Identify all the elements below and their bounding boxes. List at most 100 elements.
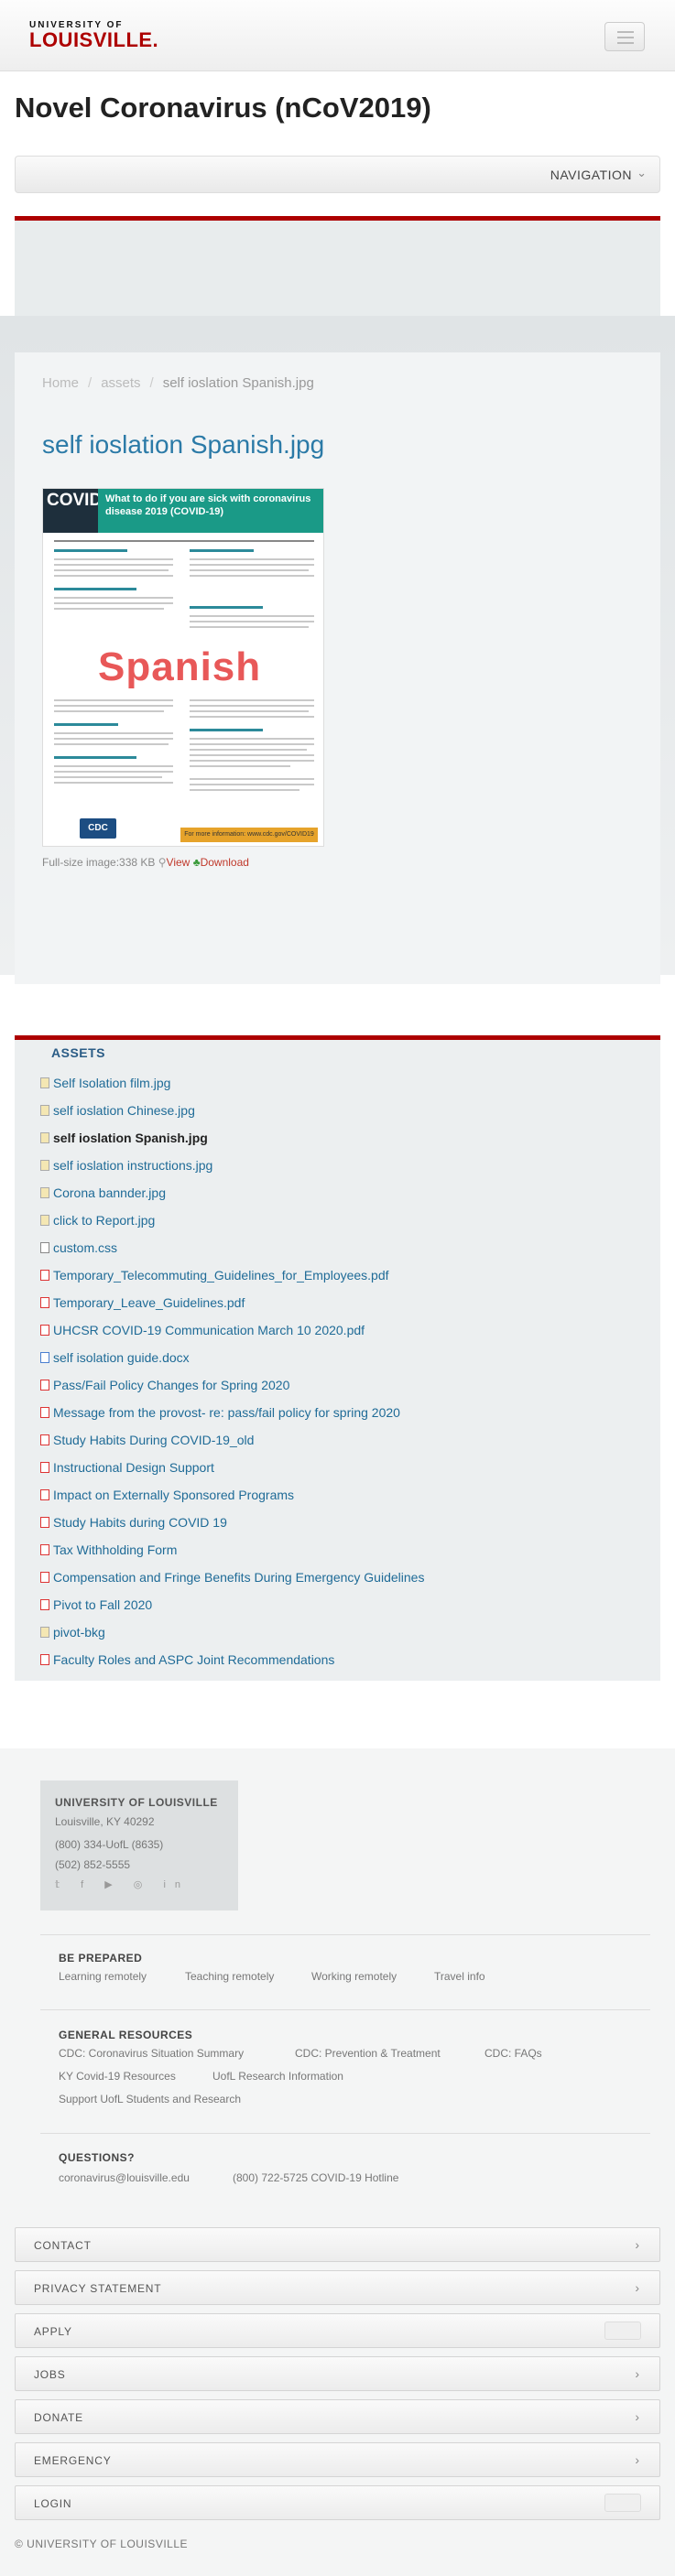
asset-item[interactable]: custom.css	[40, 1240, 117, 1255]
accordion-button[interactable]	[604, 2494, 641, 2512]
org-name: UNIVERSITY OF LOUISVILLE	[55, 1796, 218, 1809]
asset-label: Temporary_Telecommuting_Guidelines_for_E…	[53, 1268, 389, 1283]
image-preview[interactable]: COVID 19 What to do if you are sick with…	[42, 488, 324, 847]
link-learning-remotely[interactable]: Learning remotely	[59, 1970, 147, 1983]
download-link[interactable]: Download	[201, 856, 249, 869]
asset-item[interactable]: Instructional Design Support	[40, 1460, 214, 1475]
be-prepared-heading: BE PREPARED	[59, 1952, 143, 1964]
accordion-login[interactable]: LOGIN	[15, 2485, 660, 2520]
navigation-bar[interactable]: NAVIGATION ⌄	[15, 156, 660, 193]
asset-item[interactable]: Study Habits during COVID 19	[40, 1515, 227, 1530]
social-icons[interactable]: 𝕥 f ▶ ◎ in	[55, 1878, 190, 1890]
img-file-icon	[40, 1187, 49, 1198]
hotline[interactable]: (800) 722-5725 COVID-19 Hotline	[233, 2171, 398, 2184]
asset-item[interactable]: Tax Withholding Form	[40, 1542, 177, 1557]
preview-overlay-text: Spanish	[98, 644, 262, 689]
menu-toggle-button[interactable]	[604, 22, 645, 51]
chevron-right-icon: ›	[635, 2409, 639, 2424]
asset-item[interactable]: UHCSR COVID-19 Communication March 10 20…	[40, 1323, 365, 1337]
accordion-button[interactable]	[604, 2322, 641, 2340]
asset-label: Temporary_Leave_Guidelines.pdf	[53, 1295, 245, 1310]
accordion-contact[interactable]: CONTACT ›	[15, 2227, 660, 2262]
asset-label: Corona bannder.jpg	[53, 1185, 166, 1200]
link-ky-resources[interactable]: KY Covid-19 Resources	[59, 2070, 176, 2083]
pdf-file-icon	[40, 1517, 49, 1528]
asset-label: Impact on Externally Sponsored Programs	[53, 1488, 295, 1502]
pdf-file-icon	[40, 1434, 49, 1445]
pdf-file-icon	[40, 1380, 49, 1391]
img-file-icon	[40, 1160, 49, 1171]
chevron-right-icon: ›	[635, 2280, 639, 2295]
breadcrumb-assets[interactable]: assets	[101, 375, 140, 391]
asset-label: Instructional Design Support	[53, 1460, 214, 1475]
asset-label: self ioslation Spanish.jpg	[53, 1131, 208, 1145]
questions-heading: QUESTIONS?	[59, 2151, 136, 2164]
asset-item[interactable]: Message from the provost- re: pass/fail …	[40, 1405, 400, 1420]
accordion-label: LOGIN	[34, 2497, 72, 2510]
accordion-privacy-statement[interactable]: PRIVACY STATEMENT ›	[15, 2270, 660, 2305]
asset-item[interactable]: Pass/Fail Policy Changes for Spring 2020	[40, 1378, 289, 1392]
accordion-apply[interactable]: APPLY	[15, 2313, 660, 2348]
preview-heading: What to do if you are sick with coronavi…	[105, 493, 311, 517]
asset-label: Pivot to Fall 2020	[53, 1597, 153, 1612]
asset-label: UHCSR COVID-19 Communication March 10 20…	[53, 1323, 365, 1337]
hamburger-icon	[617, 31, 634, 33]
contact-email[interactable]: coronavirus@louisville.edu	[59, 2171, 190, 2184]
asset-item[interactable]: Self Isolation film.jpg	[40, 1076, 170, 1090]
logo[interactable]: LOUISVILLE.	[29, 28, 158, 52]
breadcrumb: Home / assets / self ioslation Spanish.jpg	[42, 375, 314, 391]
chevron-right-icon: ›	[635, 2366, 639, 2381]
link-support-uofl[interactable]: Support UofL Students and Research	[59, 2093, 241, 2105]
link-cdc-summary[interactable]: CDC: Coronavirus Situation Summary	[59, 2047, 244, 2060]
pdf-file-icon	[40, 1325, 49, 1336]
link-cdc-prevention[interactable]: CDC: Prevention & Treatment	[295, 2047, 441, 2060]
view-link[interactable]: View	[167, 856, 191, 869]
asset-item[interactable]: Faculty Roles and ASPC Joint Recommendat…	[40, 1652, 334, 1667]
asset-item[interactable]: click to Report.jpg	[40, 1213, 155, 1228]
asset-item[interactable]: self ioslation Spanish.jpg	[40, 1131, 208, 1145]
link-uofl-research[interactable]: UofL Research Information	[212, 2070, 343, 2083]
accordion-label: PRIVACY STATEMENT	[34, 2282, 162, 2295]
asset-item[interactable]: Impact on Externally Sponsored Programs	[40, 1488, 294, 1502]
pdf-file-icon	[40, 1297, 49, 1308]
fullsize-info: Full-size image:338 KB ⚲View ♣Download	[42, 856, 249, 869]
phone-main[interactable]: (800) 334-UofL (8635)	[55, 1838, 163, 1851]
link-working-remotely[interactable]: Working remotely	[311, 1970, 397, 1983]
accordion-label: APPLY	[34, 2325, 72, 2338]
asset-item[interactable]: pivot-bkg	[40, 1625, 105, 1640]
general-resources-heading: GENERAL RESOURCES	[59, 2029, 193, 2041]
accordion-emergency[interactable]: EMERGENCY ›	[15, 2442, 660, 2477]
preview-footer: For more information: www.cdc.gov/COVID1…	[180, 828, 318, 842]
asset-label: Compensation and Fringe Benefits During …	[53, 1570, 425, 1585]
link-cdc-faqs[interactable]: CDC: FAQs	[484, 2047, 542, 2060]
img-file-icon	[40, 1105, 49, 1116]
img-file-icon	[40, 1077, 49, 1088]
asset-label: Study Habits During COVID-19_old	[53, 1433, 255, 1447]
asset-label: pivot-bkg	[53, 1625, 105, 1640]
asset-label: self ioslation instructions.jpg	[53, 1158, 213, 1173]
pdf-file-icon	[40, 1407, 49, 1418]
navigation-label: NAVIGATION	[550, 168, 632, 182]
asset-item[interactable]: Pivot to Fall 2020	[40, 1597, 152, 1612]
accordion-label: CONTACT	[34, 2239, 92, 2252]
copyright: © UNIVERSITY OF LOUISVILLE	[15, 2538, 189, 2550]
accordion-jobs[interactable]: JOBS ›	[15, 2356, 660, 2391]
asset-item[interactable]: Corona bannder.jpg	[40, 1185, 166, 1200]
asset-item[interactable]: Compensation and Fringe Benefits During …	[40, 1570, 424, 1585]
link-teaching-remotely[interactable]: Teaching remotely	[185, 1970, 274, 1983]
phone-secondary[interactable]: (502) 852-5555	[55, 1858, 130, 1871]
asset-item[interactable]: self ioslation instructions.jpg	[40, 1158, 212, 1173]
breadcrumb-home[interactable]: Home	[42, 375, 79, 391]
asset-item[interactable]: Temporary_Telecommuting_Guidelines_for_E…	[40, 1268, 389, 1283]
asset-item[interactable]: Temporary_Leave_Guidelines.pdf	[40, 1295, 245, 1310]
accordion-donate[interactable]: DONATE ›	[15, 2399, 660, 2434]
chevron-right-icon: ›	[635, 2237, 639, 2252]
download-icon: ♣	[192, 856, 201, 869]
asset-item[interactable]: self ioslation Chinese.jpg	[40, 1103, 195, 1118]
file-title: self ioslation Spanish.jpg	[42, 430, 325, 459]
accordion-label: DONATE	[34, 2411, 83, 2424]
asset-item[interactable]: Study Habits During COVID-19_old	[40, 1433, 254, 1447]
img-file-icon	[40, 1132, 49, 1143]
link-travel-info[interactable]: Travel info	[434, 1970, 485, 1983]
asset-item[interactable]: self isolation guide.docx	[40, 1350, 190, 1365]
